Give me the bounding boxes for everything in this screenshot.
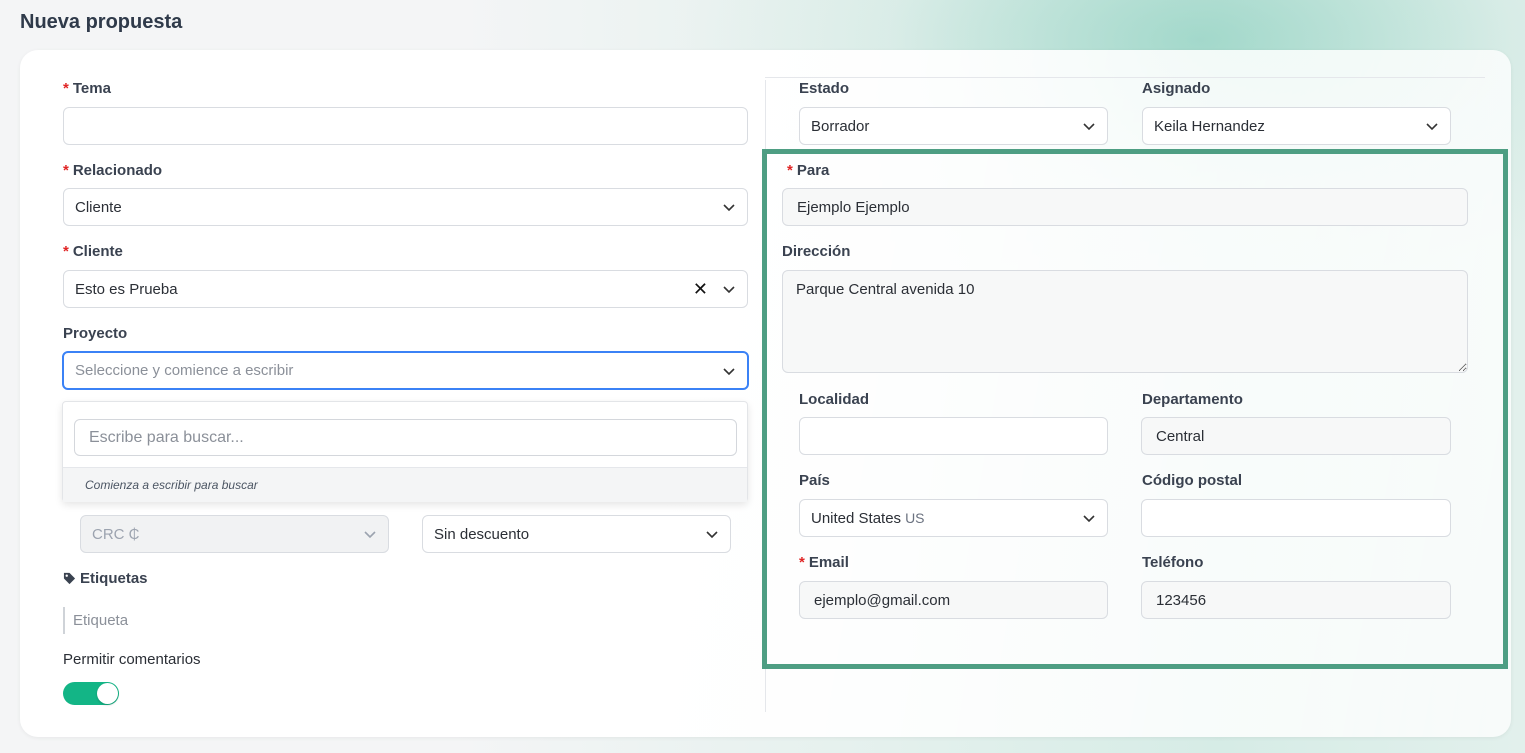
tag-icon: [63, 572, 76, 585]
divider: [765, 77, 1485, 78]
estado-select[interactable]: Borrador: [799, 107, 1108, 145]
required-marker: *: [63, 243, 69, 260]
email-label: * Email: [799, 554, 849, 571]
chevron-down-icon: [723, 367, 735, 375]
codigo-postal-input[interactable]: [1141, 499, 1451, 537]
tema-label: * Tema: [63, 80, 111, 97]
column-divider: [765, 80, 766, 712]
email-input[interactable]: ejemplo@gmail.com: [799, 581, 1108, 619]
tag-input[interactable]: Etiqueta: [63, 607, 128, 634]
pais-select[interactable]: United States US: [799, 499, 1108, 537]
para-label: * Para: [787, 162, 830, 179]
relacionado-label: * Relacionado: [63, 162, 163, 179]
comentarios-label: Permitir comentarios: [63, 651, 201, 668]
departamento-label: Departamento: [1142, 391, 1243, 408]
required-marker: *: [787, 162, 793, 179]
telefono-input[interactable]: 123456: [1141, 581, 1451, 619]
required-marker: *: [799, 554, 805, 571]
etiquetas-label: Etiquetas: [63, 570, 148, 587]
chevron-down-icon: [1083, 123, 1095, 131]
relacionado-select[interactable]: Cliente: [63, 188, 748, 226]
page-title: Nueva propuesta: [20, 11, 183, 33]
clear-icon[interactable]: ✕: [693, 280, 708, 298]
para-input[interactable]: Ejemplo Ejemplo: [782, 188, 1468, 226]
proyecto-dropdown: Escribe para buscar... Comienza a escrib…: [62, 401, 748, 502]
localidad-input[interactable]: [799, 417, 1108, 455]
currency-select: CRC ₵: [80, 515, 389, 553]
codigo-postal-label: Código postal: [1142, 472, 1242, 489]
direccion-label: Dirección: [782, 243, 851, 260]
asignado-label: Asignado: [1142, 80, 1211, 97]
chevron-down-icon: [706, 531, 718, 539]
direccion-textarea[interactable]: Parque Central avenida 10: [782, 270, 1468, 373]
chevron-down-icon: [364, 531, 376, 539]
cliente-select[interactable]: Esto es Prueba ✕: [63, 270, 748, 308]
chevron-down-icon: [723, 204, 735, 212]
chevron-down-icon: [1083, 515, 1095, 523]
country-code: US: [905, 509, 925, 526]
required-marker: *: [63, 162, 69, 179]
tema-input[interactable]: [63, 107, 748, 145]
estado-label: Estado: [799, 80, 850, 97]
localidad-label: Localidad: [799, 391, 870, 408]
dropdown-search-input[interactable]: Escribe para buscar...: [74, 419, 737, 456]
chevron-down-icon: [723, 286, 735, 294]
toggle-knob: [97, 683, 118, 704]
telefono-label: Teléfono: [1142, 554, 1204, 571]
departamento-input[interactable]: Central: [1141, 417, 1451, 455]
proyecto-select[interactable]: Seleccione y comience a escribir: [62, 351, 749, 390]
comentarios-toggle[interactable]: [63, 682, 119, 705]
proyecto-label: Proyecto: [63, 325, 128, 342]
dropdown-hint: Comienza a escribir para buscar: [63, 467, 747, 502]
pais-label: País: [799, 472, 830, 489]
required-marker: *: [63, 80, 69, 97]
discount-select[interactable]: Sin descuento: [422, 515, 731, 553]
chevron-down-icon: [1426, 123, 1438, 131]
asignado-select[interactable]: Keila Hernandez: [1142, 107, 1451, 145]
cliente-label: * Cliente: [63, 243, 123, 260]
